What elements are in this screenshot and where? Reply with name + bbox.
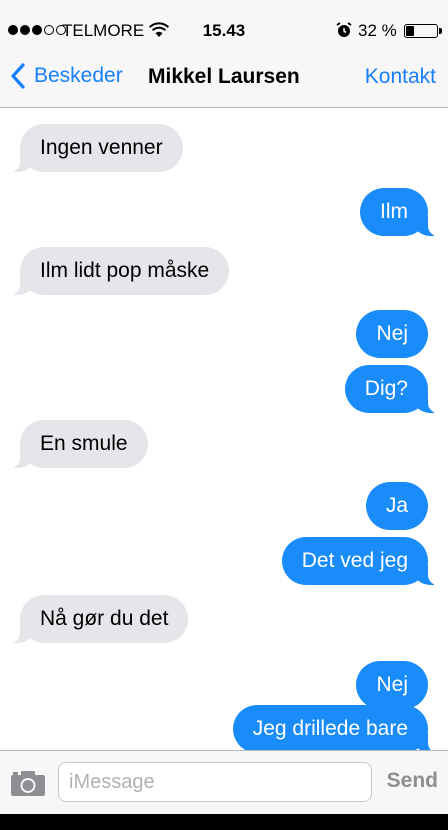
battery-tip [439,28,442,34]
chevron-left-icon [11,63,25,89]
incoming-message[interactable]: Ilm lidt pop måske [7,247,230,295]
bottom-bezel [0,814,448,830]
message-text: Det ved jeg [301,549,408,572]
outgoing-message[interactable]: Nej [356,310,428,358]
incoming-message[interactable]: Nå gør du det [7,595,189,643]
battery-percentage: 32 % [358,21,397,40]
compose-bar: Send [0,750,448,814]
battery-fill [406,26,415,36]
contact-button[interactable]: Kontakt [365,65,436,89]
send-button[interactable]: Send [387,769,438,793]
back-button[interactable]: Beskeder [10,63,123,89]
camera-icon[interactable] [10,769,46,797]
message-text: Ilm lidt pop måske [40,259,210,282]
message-text: Jeg drillede bare [252,717,408,740]
status-bar: TELMORE 15.43 32 % [0,0,448,40]
outgoing-message[interactable]: Det ved jeg [281,537,441,585]
conversation-title: Mikkel Laursen [148,65,300,88]
outgoing-message[interactable]: Jeg drillede bare [232,705,441,750]
battery-icon [404,24,438,38]
message-text: Nå gør du det [40,607,169,630]
message-list[interactable]: Ingen venner Ilm Ilm lidt pop måske Nej Dig?… [0,109,448,750]
message-text: Ja [385,494,408,517]
incoming-message[interactable]: En smule [8,420,148,468]
outgoing-message[interactable]: Dig? [344,365,441,413]
message-text: Ingen venner [40,136,163,159]
alarm-clock-icon [336,22,352,37]
outgoing-message[interactable]: Nej [356,661,428,709]
incoming-message[interactable]: Ingen venner [8,124,183,172]
message-text: Nej [376,673,408,696]
message-input[interactable] [58,762,372,802]
message-text: Nej [376,322,408,345]
message-text: Dig? [364,377,408,400]
nav-bar: Beskeder Mikkel Laursen Kontakt [0,40,448,108]
outgoing-message[interactable]: Ilm [360,188,440,236]
outgoing-message[interactable]: Ja [365,482,428,530]
message-text: En smule [40,432,128,455]
message-text: Ilm [380,200,408,223]
back-button-label: Beskeder [34,64,123,87]
